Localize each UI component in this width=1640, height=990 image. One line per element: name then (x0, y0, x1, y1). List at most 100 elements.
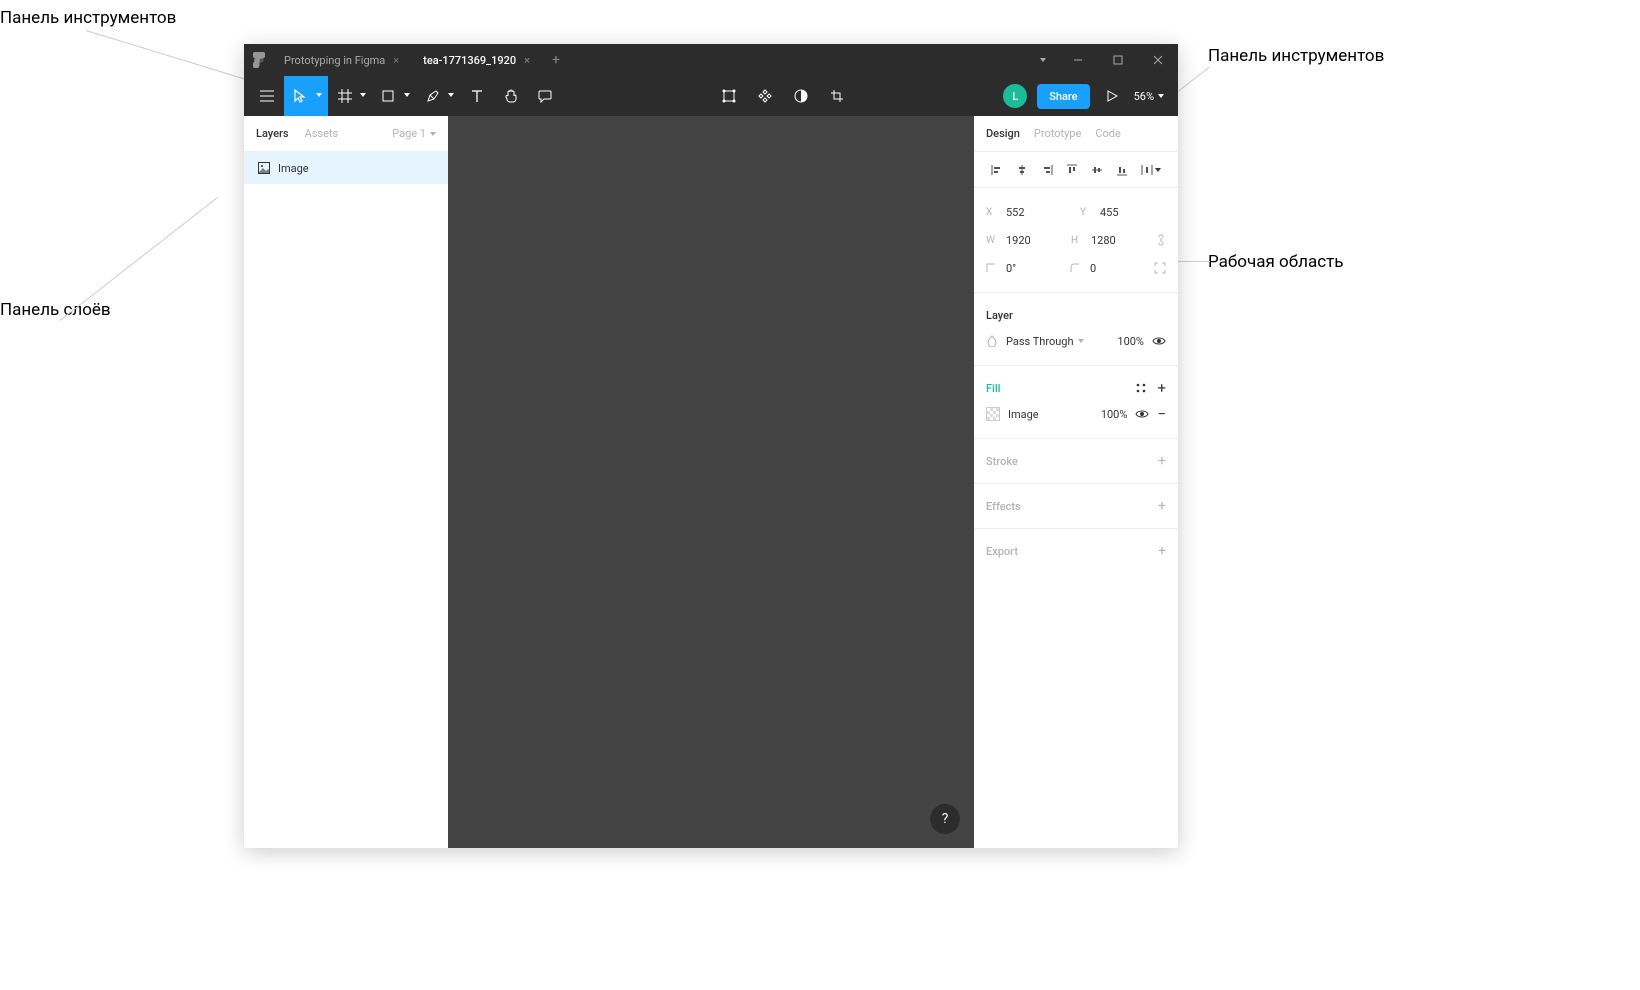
titlebar: Prototyping in Figma × tea-1771369_1920 … (244, 44, 1178, 76)
fill-type-label: Image (1008, 408, 1093, 421)
window-close-button[interactable] (1138, 44, 1178, 76)
tab-design[interactable]: Design (986, 127, 1020, 140)
h-label: H (1071, 235, 1085, 246)
w-input[interactable]: 1920 (1006, 234, 1062, 247)
mask-icon (794, 89, 808, 103)
help-button[interactable]: ? (930, 804, 960, 834)
corner-input[interactable]: 0 (1090, 262, 1146, 275)
share-button[interactable]: Share (1037, 84, 1089, 109)
text-tool-button[interactable] (460, 76, 494, 116)
component-button[interactable] (748, 76, 782, 116)
chevron-down-icon (448, 93, 454, 97)
tab-prototype[interactable]: Prototype (1034, 127, 1081, 140)
tab-layers[interactable]: Layers (256, 127, 289, 140)
pen-tool-button[interactable] (416, 76, 460, 116)
align-bottom-icon[interactable] (1116, 164, 1128, 176)
frame-tool-button[interactable] (328, 76, 372, 116)
remove-fill-button[interactable]: − (1157, 405, 1166, 423)
layer-opacity-input[interactable]: 100% (1117, 335, 1144, 348)
stroke-section: Stroke + (974, 439, 1178, 484)
y-label: Y (1080, 207, 1094, 218)
chevron-down-icon (430, 132, 436, 136)
align-top-icon[interactable] (1066, 164, 1078, 176)
annotation-workspace: Рабочая область (1208, 252, 1344, 272)
crop-icon (830, 89, 844, 103)
zoom-dropdown[interactable]: 56% (1126, 90, 1172, 103)
align-vcenter-icon[interactable] (1091, 164, 1103, 176)
minimize-button[interactable] (1058, 44, 1098, 76)
align-left-icon[interactable] (991, 164, 1003, 176)
figma-logo-icon[interactable] (244, 52, 274, 68)
tab-code[interactable]: Code (1095, 127, 1120, 140)
edit-object-icon (722, 89, 736, 103)
present-button[interactable] (1098, 76, 1126, 116)
layer-name: Image (278, 162, 309, 175)
comment-icon (538, 89, 552, 103)
component-icon (758, 89, 772, 103)
constrain-proportions-icon[interactable] (1156, 233, 1166, 247)
export-section: Export + (974, 529, 1178, 573)
hand-tool-button[interactable] (494, 76, 528, 116)
zoom-value: 56% (1134, 90, 1154, 103)
pen-icon (426, 89, 440, 103)
x-input[interactable]: 552 (1006, 206, 1062, 219)
page-label: Page 1 (392, 127, 426, 140)
page-selector[interactable]: Page 1 (392, 127, 436, 140)
corner-radius-icon (1070, 263, 1084, 273)
rotation-input[interactable]: 0° (1006, 262, 1062, 275)
layer-section: Layer Pass Through 100% (974, 293, 1178, 366)
move-tool-button[interactable] (284, 76, 328, 116)
chevron-down-icon (1158, 94, 1164, 98)
canvas-workspace[interactable]: ? (448, 116, 974, 848)
mask-button[interactable] (784, 76, 818, 116)
user-avatar[interactable]: L (1003, 84, 1027, 108)
fill-title: Fill (986, 382, 1000, 395)
chevron-down-icon (316, 93, 322, 97)
layer-title: Layer (986, 309, 1013, 322)
align-right-icon[interactable] (1041, 164, 1053, 176)
fill-visibility-toggle[interactable] (1135, 407, 1149, 421)
transform-section: X552 Y455 W1920 H1280 0° 0 (974, 188, 1178, 293)
frame-icon (338, 89, 352, 103)
menu-button[interactable] (250, 76, 284, 116)
fill-section: Fill + Image 100% − (974, 366, 1178, 439)
close-icon[interactable]: × (393, 54, 399, 67)
add-fill-button[interactable]: + (1157, 379, 1166, 397)
effects-section: Effects + (974, 484, 1178, 529)
effects-title: Effects (986, 500, 1021, 513)
chevron-down-icon (1155, 168, 1161, 172)
independent-corners-icon[interactable] (1154, 262, 1166, 274)
tab-tea-image[interactable]: tea-1771369_1920 × (413, 44, 544, 76)
style-icon[interactable] (1135, 382, 1147, 394)
hand-icon (504, 89, 518, 103)
tab-prototyping[interactable]: Prototyping in Figma × (274, 44, 413, 76)
tab-label: tea-1771369_1920 (423, 54, 516, 67)
rotation-icon (986, 263, 1000, 273)
shape-tool-button[interactable] (372, 76, 416, 116)
add-stroke-button[interactable]: + (1158, 453, 1166, 469)
chevron-down-icon (360, 93, 366, 97)
fill-opacity-input[interactable]: 100% (1101, 408, 1128, 421)
tab-assets[interactable]: Assets (305, 127, 339, 140)
fill-swatch[interactable] (986, 407, 1000, 421)
cursor-icon (294, 89, 306, 103)
y-input[interactable]: 455 (1100, 206, 1156, 219)
align-hcenter-icon[interactable] (1016, 164, 1028, 176)
visibility-toggle[interactable] (1152, 334, 1166, 348)
rectangle-icon (382, 90, 394, 102)
add-effect-button[interactable]: + (1158, 498, 1166, 514)
layer-row-image[interactable]: Image (244, 152, 448, 184)
add-export-button[interactable]: + (1158, 543, 1166, 559)
edit-object-button[interactable] (712, 76, 746, 116)
right-panel-tabs: Design Prototype Code (974, 116, 1178, 152)
maximize-button[interactable] (1098, 44, 1138, 76)
add-tab-button[interactable]: + (544, 52, 568, 68)
distribute-icon[interactable] (1141, 164, 1161, 176)
crop-button[interactable] (820, 76, 854, 116)
chevron-down-icon[interactable] (1028, 44, 1058, 76)
blend-mode-dropdown[interactable]: Pass Through (1006, 335, 1109, 348)
export-title: Export (986, 545, 1018, 558)
comment-tool-button[interactable] (528, 76, 562, 116)
close-icon[interactable]: × (524, 54, 530, 67)
h-input[interactable]: 1280 (1091, 234, 1147, 247)
